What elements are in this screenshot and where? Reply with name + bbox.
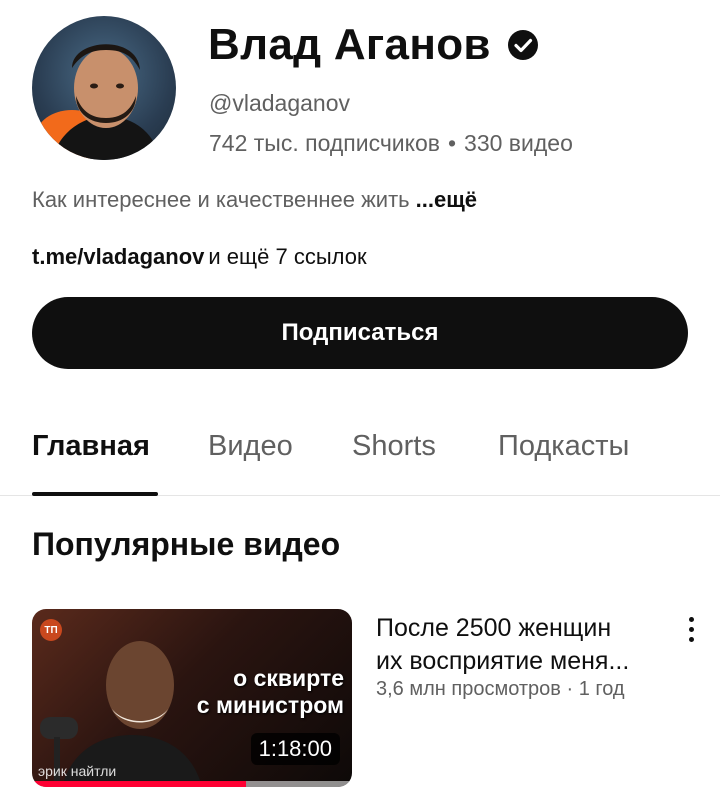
more-options-icon[interactable] <box>678 614 706 646</box>
channel-name-text: Влад Аганов <box>208 20 491 69</box>
channel-tabs: Главная Видео Shorts Подкасты <box>0 400 720 496</box>
thumbnail-caption-line1: о сквирте <box>233 665 344 691</box>
video-thumbnail[interactable]: ТП о сквирте с министром эрик найтли 1:1… <box>32 609 352 787</box>
video-meta: 3,6 млн просмотров · 1 год <box>376 678 625 700</box>
tab-home[interactable]: Главная <box>32 430 150 463</box>
channel-links[interactable]: t.me/vladaganov и ещё 7 ссылок <box>32 244 367 270</box>
video-title-line1: После 2500 женщин <box>376 614 612 642</box>
channel-name: Влад Аганов <box>208 20 539 70</box>
stats-separator: • <box>447 130 457 156</box>
video-duration-badge: 1:18:00 <box>250 733 340 765</box>
channel-avatar[interactable] <box>32 16 176 160</box>
section-title: Популярные видео <box>32 526 341 562</box>
watch-progress-bar <box>32 781 352 787</box>
watch-progress-fill <box>32 781 247 787</box>
verified-checkmark-icon <box>507 29 539 61</box>
more-links-text[interactable]: и ещё 7 ссылок <box>208 244 366 269</box>
active-tab-indicator <box>32 492 158 496</box>
video-count: 330 видео <box>464 130 573 156</box>
thumbnail-caption-line2: с министром <box>196 692 344 718</box>
tab-videos[interactable]: Видео <box>208 430 293 463</box>
description-text: Как интереснее и качественнее жить <box>32 187 410 212</box>
avatar-portrait <box>36 44 160 160</box>
subscribe-button[interactable]: Подписаться <box>32 297 688 369</box>
subscriber-count: 742 тыс. подписчиков <box>209 130 440 156</box>
video-title[interactable]: После 2500 женщин их восприятие меня... <box>376 612 670 678</box>
tab-shorts[interactable]: Shorts <box>352 430 436 463</box>
telegram-link[interactable]: t.me/vladaganov <box>32 244 204 269</box>
channel-stats: 742 тыс. подписчиков • 330 видео <box>209 130 573 157</box>
channel-handle: @vladaganov <box>209 90 350 116</box>
video-title-line2: их восприятие меня... <box>376 647 630 675</box>
tab-podcasts[interactable]: Подкасты <box>498 430 629 463</box>
thumbnail-channel-logo: ТП <box>40 619 62 641</box>
thumbnail-guest-name: эрик найтли <box>38 763 117 779</box>
thumbnail-caption: о сквирте с министром <box>197 665 344 719</box>
channel-description[interactable]: Как интереснее и качественнее жить ...ещё <box>32 187 477 213</box>
description-more-link[interactable]: ...ещё <box>416 187 477 212</box>
